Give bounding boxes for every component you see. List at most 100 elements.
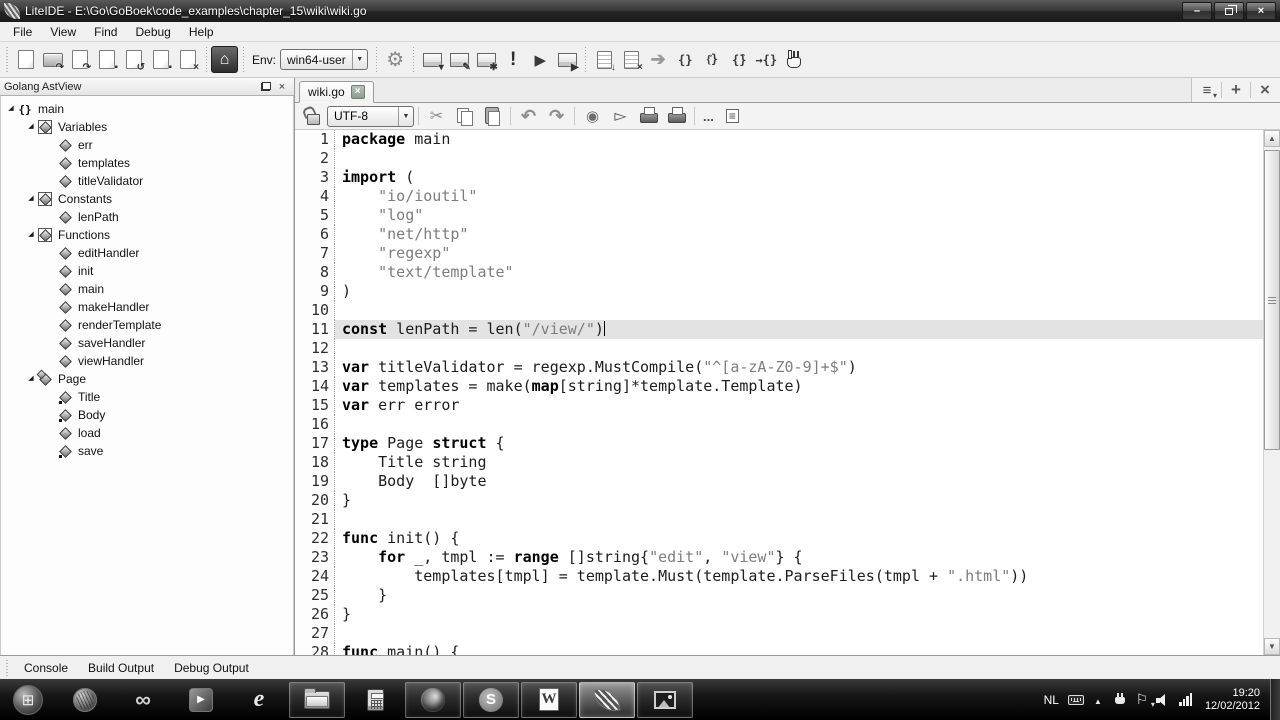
fold-braces-icon[interactable]: {} <box>672 46 699 73</box>
encoding-combobox[interactable]: UTF-8▼ <box>327 106 414 127</box>
tree-item-Title[interactable]: Title <box>1 388 293 406</box>
show-desktop-button[interactable] <box>1270 679 1280 720</box>
tree-item-lenPath[interactable]: lenPath <box>1 208 293 226</box>
fold-all-icon[interactable]: {̑} <box>726 46 753 73</box>
tree-item-save[interactable]: save <box>1 442 293 460</box>
code-line-16[interactable]: 16 <box>295 415 1263 434</box>
statusbar-build-output[interactable]: Build Output <box>78 658 164 678</box>
language-indicator[interactable]: NL <box>1038 693 1065 707</box>
network-globe-app[interactable] <box>57 682 113 718</box>
code-line-26[interactable]: 26} <box>295 605 1263 624</box>
code-line-12[interactable]: 12 <box>295 339 1263 358</box>
save-as-icon[interactable]: ▪ <box>93 46 120 73</box>
redo-icon[interactable] <box>543 103 570 130</box>
code-line-28[interactable]: 28func main() { <box>295 643 1263 655</box>
encoding-dropdown-icon[interactable]: ▼ <box>398 107 413 126</box>
tree-item-viewHandler[interactable]: viewHandler <box>1 352 293 370</box>
tree-item-titleValidator[interactable]: titleValidator <box>1 172 293 190</box>
code-line-24[interactable]: 24 templates[tmpl] = template.Must(templ… <box>295 567 1263 586</box>
tab-close-icon[interactable]: × <box>351 85 365 99</box>
liteide-app[interactable] <box>579 682 635 718</box>
start-button[interactable]: ⊞ <box>0 679 56 720</box>
code-line-13[interactable]: 13var titleValidator = regexp.MustCompil… <box>295 358 1263 377</box>
tree-item-load[interactable]: load <box>1 424 293 442</box>
power-plug-icon[interactable] <box>1109 688 1131 712</box>
open-folder-icon[interactable]: ↷ <box>39 46 66 73</box>
expand-arrow-icon[interactable]: ◢ <box>25 226 37 244</box>
build-config-icon[interactable]: ✱ <box>473 46 500 73</box>
debug-run-icon[interactable]: ▶ <box>554 46 581 73</box>
statusbar-console[interactable]: Console <box>14 658 78 678</box>
build-file-icon[interactable]: ✎ <box>446 46 473 73</box>
float-panel-icon[interactable] <box>258 80 274 94</box>
code-line-7[interactable]: 7 "regexp" <box>295 244 1263 263</box>
close-file-icon[interactable]: × <box>174 46 201 73</box>
paste-icon[interactable] <box>479 103 506 130</box>
code-line-11[interactable]: 11const lenPath = len("/view/") <box>295 320 1263 339</box>
tree-item-makeHandler[interactable]: makeHandler <box>1 298 293 316</box>
export-icon[interactable] <box>607 103 634 130</box>
code-line-19[interactable]: 19 Body []byte <box>295 472 1263 491</box>
window-titlebar[interactable]: LiteIDE - E:\Go\GoBoek\code_examples\cha… <box>0 0 1280 22</box>
env-combobox[interactable]: win64-user▼ <box>280 49 368 70</box>
code-line-21[interactable]: 21 <box>295 510 1263 529</box>
keyboard-icon[interactable] <box>1065 688 1087 712</box>
home-icon[interactable] <box>211 46 238 73</box>
code-line-23[interactable]: 23 for _, tmpl := range []string{"edit",… <box>295 548 1263 567</box>
tree-item-Constants[interactable]: ◢Constants <box>1 190 293 208</box>
image-viewer-app[interactable] <box>637 682 693 718</box>
code-line-3[interactable]: 3import ( <box>295 168 1263 187</box>
code-line-6[interactable]: 6 "net/http" <box>295 225 1263 244</box>
open-file-icon[interactable]: ↷ <box>66 46 93 73</box>
menu-view[interactable]: View <box>41 23 85 41</box>
close-panel-icon[interactable]: × <box>274 80 290 94</box>
print-preview-icon[interactable] <box>663 103 690 130</box>
code-line-27[interactable]: 27 <box>295 624 1263 643</box>
code-line-22[interactable]: 22func init() { <box>295 529 1263 548</box>
tab-list-icon[interactable] <box>1195 80 1219 100</box>
tree-item-err[interactable]: err <box>1 136 293 154</box>
expression-app[interactable]: ∞ <box>115 682 171 718</box>
print-icon[interactable] <box>635 103 662 130</box>
tree-item-Page[interactable]: ◢Page <box>1 370 293 388</box>
restore-button[interactable] <box>1214 2 1244 20</box>
insert-line-icon[interactable]: ↓ <box>591 46 618 73</box>
undo-icon[interactable] <box>515 103 542 130</box>
tree-item-main[interactable]: main <box>1 280 293 298</box>
expand-arrow-icon[interactable]: ◢ <box>25 118 37 136</box>
code-line-8[interactable]: 8 "text/template" <box>295 263 1263 282</box>
expand-arrow-icon[interactable]: ◢ <box>5 100 17 118</box>
scroll-thumb[interactable] <box>1264 150 1280 450</box>
calculator-app[interactable] <box>347 682 403 718</box>
unfold-braces-icon[interactable]: {͐} <box>699 46 726 73</box>
delete-line-icon[interactable]: × <box>618 46 645 73</box>
volume-icon[interactable] <box>1153 688 1175 712</box>
tree-item-Functions[interactable]: ◢Functions <box>1 226 293 244</box>
hidden-icons-icon[interactable] <box>1087 688 1109 712</box>
code-line-10[interactable]: 10 <box>295 301 1263 320</box>
run-icon[interactable] <box>527 46 554 73</box>
env-dropdown-icon[interactable]: ▼ <box>352 50 367 69</box>
word-app[interactable]: W <box>521 682 577 718</box>
file-list-icon[interactable] <box>719 103 746 130</box>
statusbar-debug-output[interactable]: Debug Output <box>164 658 259 678</box>
syntax-check-icon[interactable] <box>500 46 527 73</box>
code-line-25[interactable]: 25 } <box>295 586 1263 605</box>
language-flag-icon[interactable] <box>1131 688 1153 712</box>
tree-item-templates[interactable]: templates <box>1 154 293 172</box>
menu-debug[interactable]: Debug <box>126 23 179 41</box>
menu-find[interactable]: Find <box>85 23 126 41</box>
network-signal-icon[interactable] <box>1175 688 1197 712</box>
media-player-app[interactable]: ▶ <box>173 682 229 718</box>
scroll-up-icon[interactable]: ▲ <box>1264 130 1280 147</box>
tree-item-Variables[interactable]: ◢Variables <box>1 118 293 136</box>
close-button[interactable]: × <box>1246 2 1276 20</box>
skype-app[interactable]: S <box>463 682 519 718</box>
goto-match-brace-icon[interactable]: →{} <box>753 46 780 73</box>
code-line-20[interactable]: 20} <box>295 491 1263 510</box>
copy-icon[interactable] <box>451 103 478 130</box>
minimize-button[interactable]: – <box>1182 2 1212 20</box>
tree-item-Body[interactable]: Body <box>1 406 293 424</box>
internet-explorer-app[interactable]: e <box>231 682 287 718</box>
new-tab-icon[interactable] <box>1224 80 1248 100</box>
